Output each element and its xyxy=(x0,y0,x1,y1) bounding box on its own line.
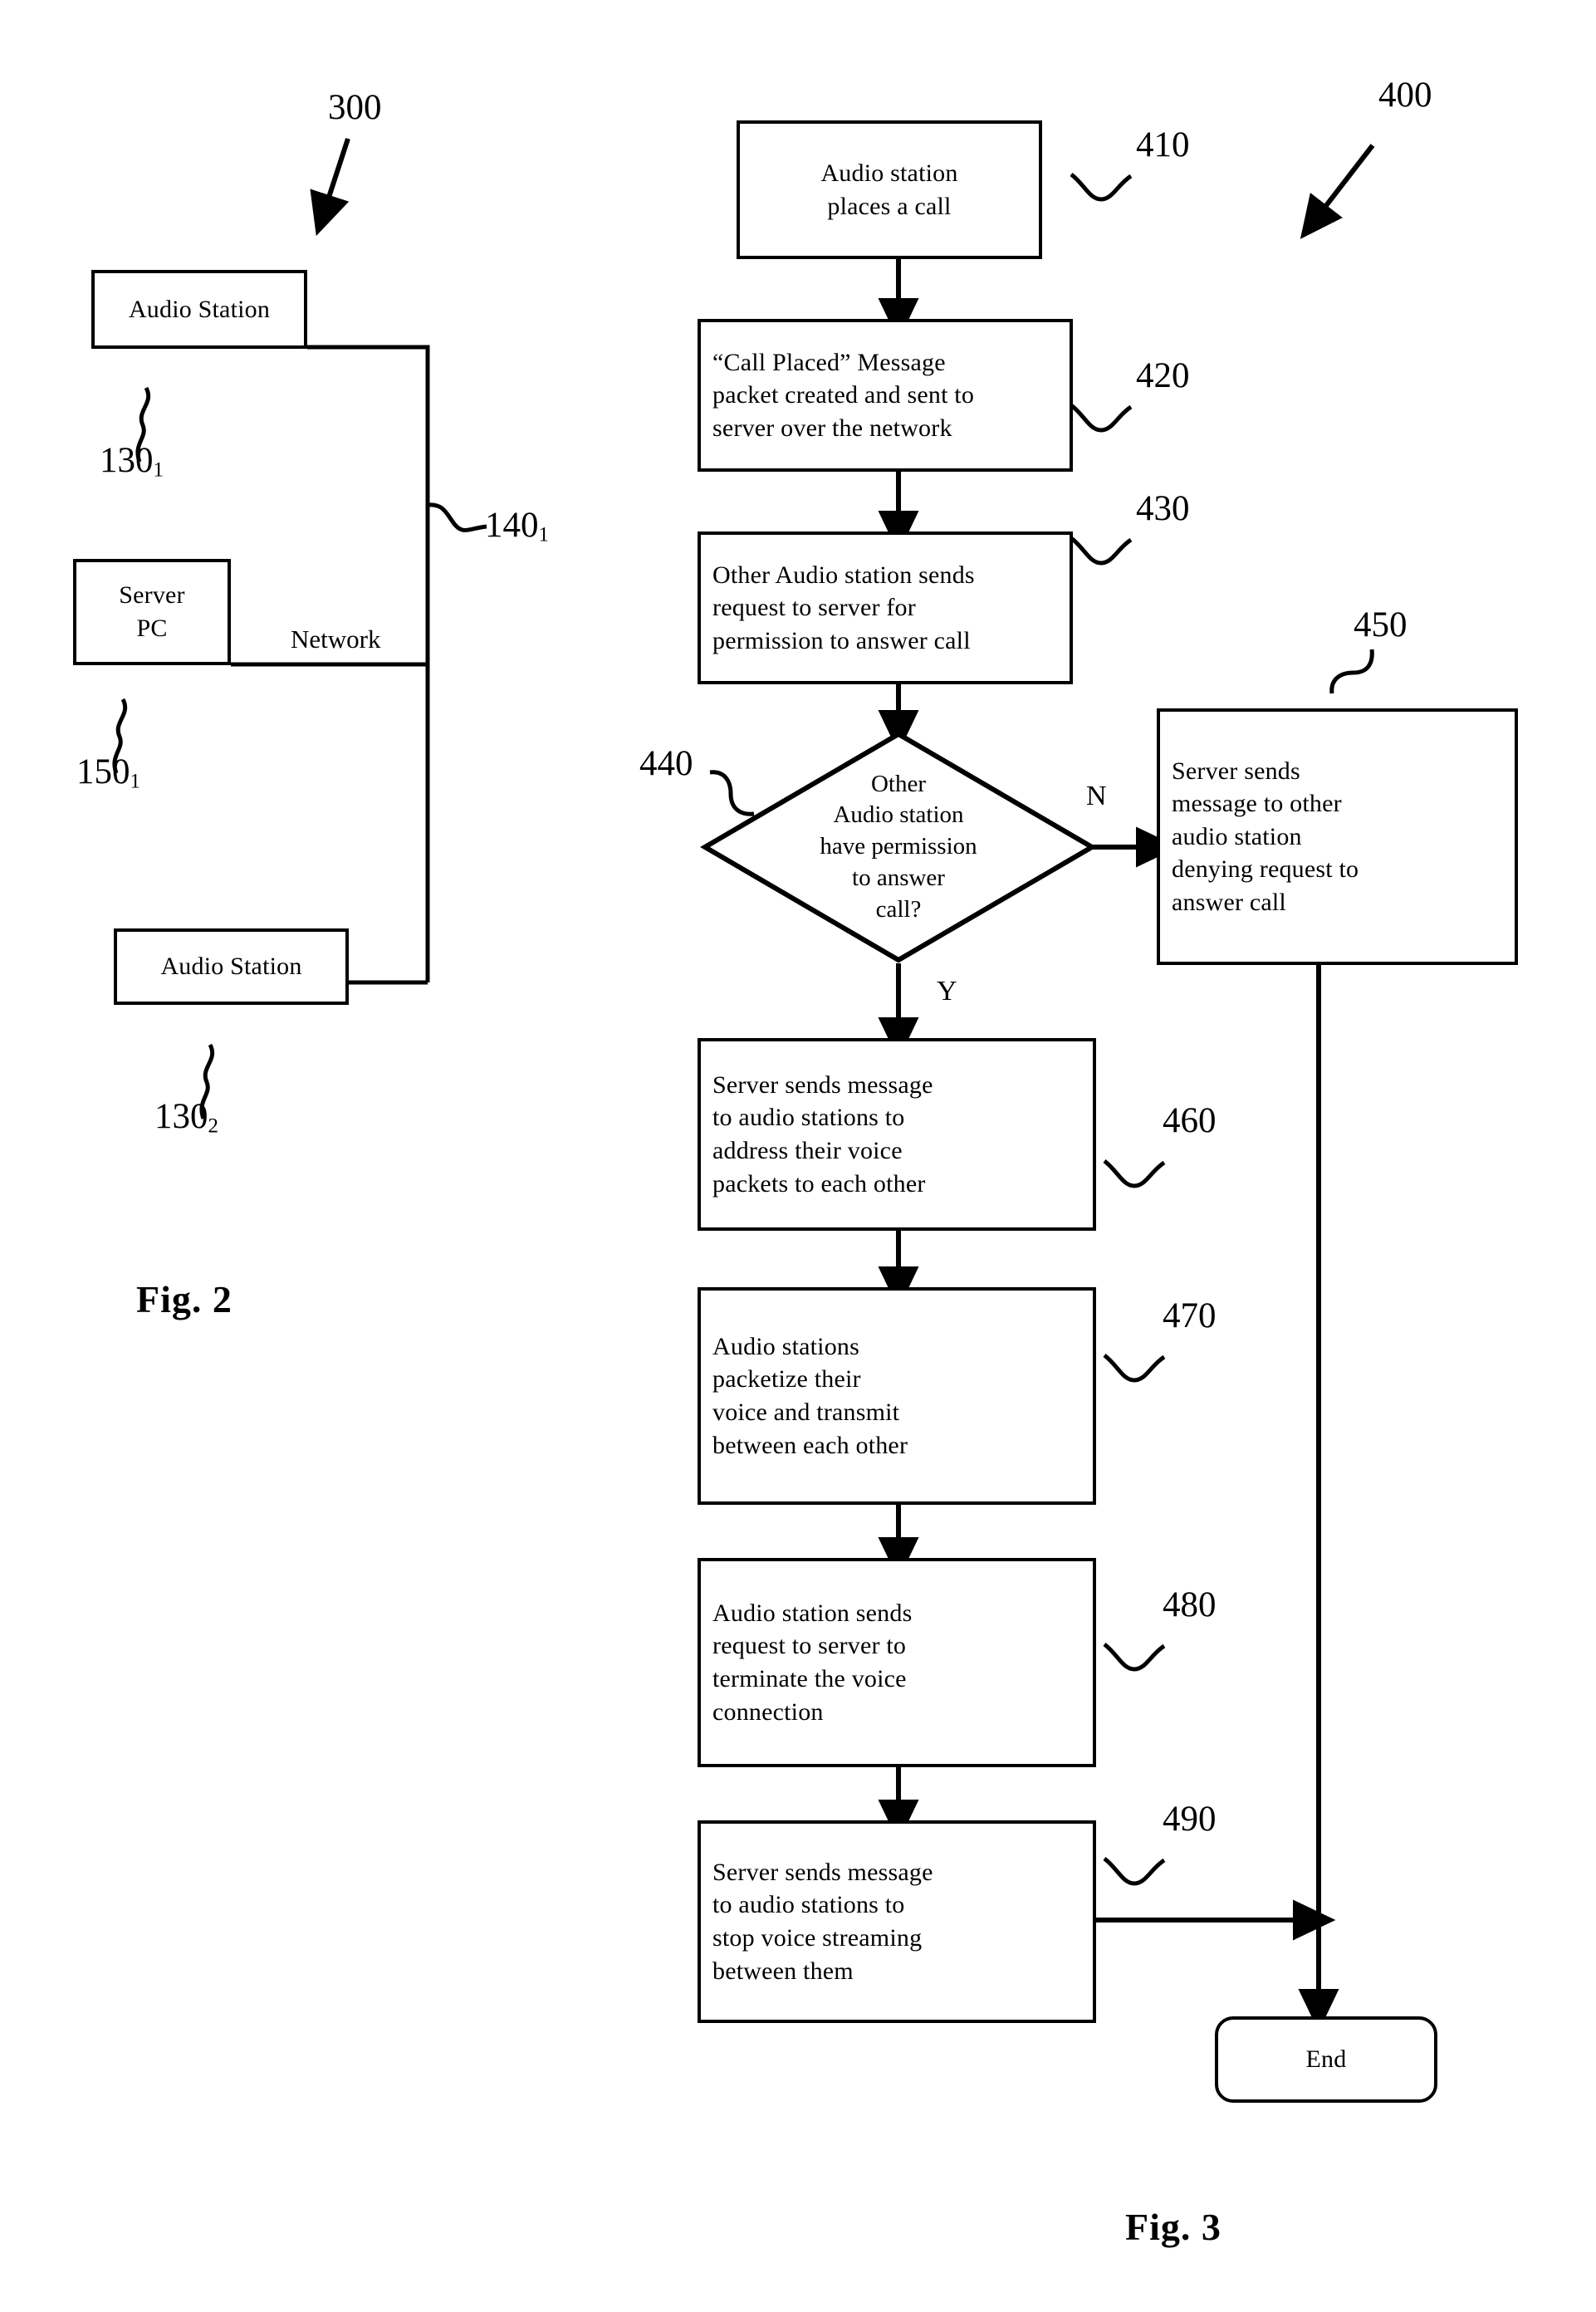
flow-end-label: End xyxy=(1305,2045,1347,2074)
flow-step-480-box: Audio station sends request to server to… xyxy=(698,1558,1096,1767)
flow-step-420-ref: 420 xyxy=(1136,356,1190,395)
branch-label-no: N xyxy=(1086,781,1107,811)
flow-step-450-text: Server sends message to other audio stat… xyxy=(1172,757,1359,916)
figure2-caption: Fig. 2 xyxy=(136,1278,233,1320)
flow-step-490-box: Server sends message to audio stations t… xyxy=(698,1820,1096,2023)
audio-station-2-label: Audio Station xyxy=(160,953,302,981)
server-pc-label: Server PC xyxy=(119,581,185,642)
flow-decision-440-ref: 440 xyxy=(639,744,693,783)
flow-step-480-ref: 480 xyxy=(1163,1585,1217,1624)
audio-station-1-label: Audio Station xyxy=(128,295,271,323)
flow-step-450-box: Server sends message to other audio stat… xyxy=(1157,708,1518,965)
figure3-process-ref: 400 xyxy=(1378,76,1432,115)
audio-station-1-ref: 1301 xyxy=(100,441,164,482)
figure3-caption: Fig. 3 xyxy=(1125,2206,1221,2248)
flow-step-490-text: Server sends message to audio stations t… xyxy=(712,1858,933,1985)
flow-step-410-ref: 410 xyxy=(1136,125,1190,164)
flow-decision-440: Other Audio station have permission to a… xyxy=(700,731,1097,963)
flow-step-410-text: Audio station places a call xyxy=(820,159,958,220)
flow-step-430-text: Other Audio station sends request to ser… xyxy=(712,561,975,654)
flow-step-460-ref: 460 xyxy=(1163,1101,1217,1140)
flow-step-430-ref: 430 xyxy=(1136,489,1190,528)
flow-step-470-text: Audio stations packetize their voice and… xyxy=(712,1332,908,1459)
flow-step-420-box: “Call Placed” Message packet created and… xyxy=(698,319,1073,472)
flow-end-terminator: End xyxy=(1215,2016,1437,2103)
flow-step-430-box: Other Audio station sends request to ser… xyxy=(698,531,1073,684)
server-pc-ref: 1501 xyxy=(76,752,140,793)
server-pc-box: Server PC xyxy=(73,559,231,665)
audio-station-1-box: Audio Station xyxy=(91,270,307,349)
flow-step-420-text: “Call Placed” Message packet created and… xyxy=(712,348,975,442)
branch-label-yes: Y xyxy=(937,976,957,1007)
flow-step-470-box: Audio stations packetize their voice and… xyxy=(698,1287,1096,1505)
patent-figure-sheet: 300 Audio Station 1301 Server PC 1501 Au… xyxy=(0,0,1596,2312)
flow-step-460-text: Server sends message to audio stations t… xyxy=(712,1070,933,1198)
flow-step-410-box: Audio station places a call xyxy=(737,120,1042,259)
audio-station-2-ref: 1302 xyxy=(154,1097,218,1138)
audio-station-2-box: Audio Station xyxy=(114,928,349,1005)
flow-step-490-ref: 490 xyxy=(1163,1800,1217,1839)
flow-step-480-text: Audio station sends request to server to… xyxy=(712,1599,913,1726)
flow-step-450-ref: 450 xyxy=(1354,605,1408,644)
flow-step-460-box: Server sends message to audio stations t… xyxy=(698,1038,1096,1231)
network-ref: 1401 xyxy=(485,506,549,546)
figure2-system-ref: 300 xyxy=(328,88,382,127)
network-label: Network xyxy=(291,625,381,654)
flow-step-470-ref: 470 xyxy=(1163,1296,1217,1335)
